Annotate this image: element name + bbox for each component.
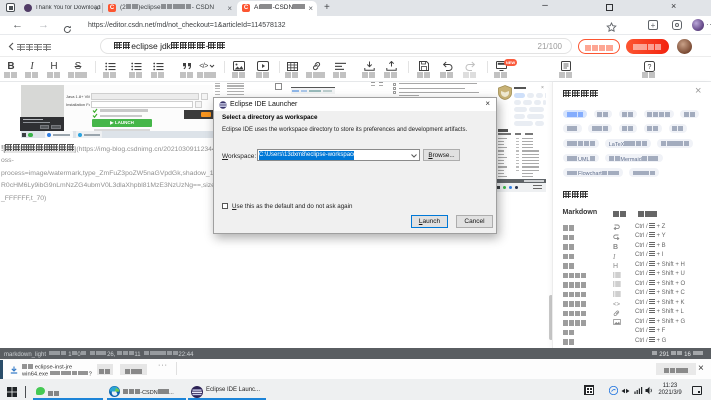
svg-text:?: ? [647, 64, 651, 71]
